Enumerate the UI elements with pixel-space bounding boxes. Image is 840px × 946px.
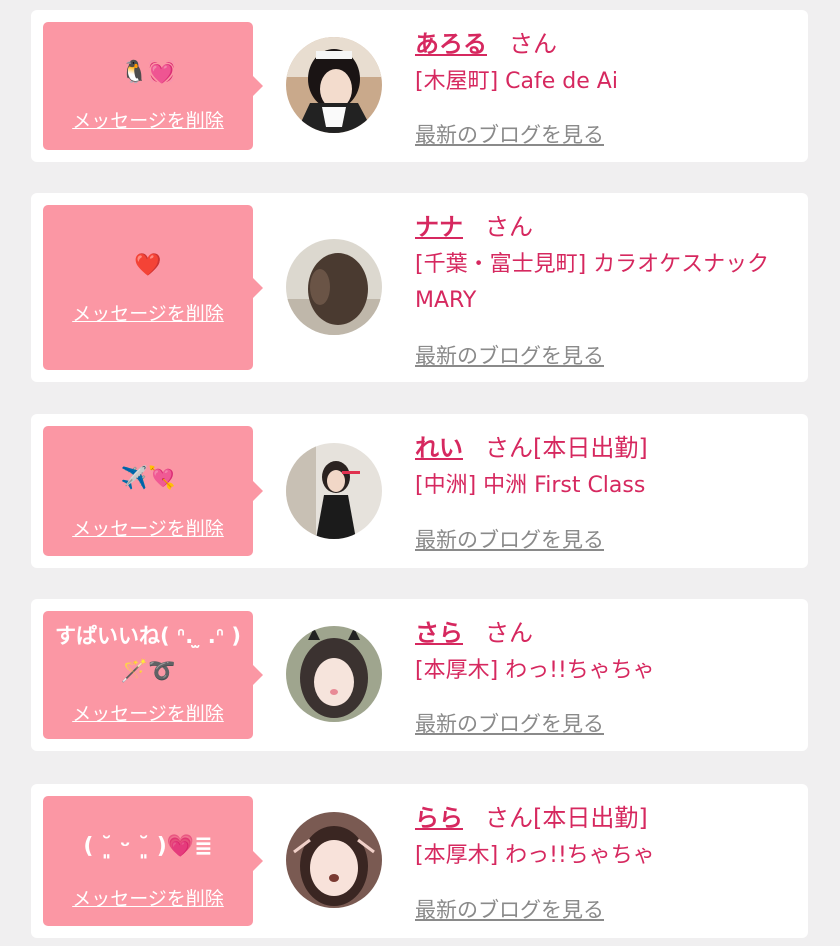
name-line: さら さん bbox=[415, 613, 533, 648]
message-text: 🪄➰ bbox=[120, 659, 176, 684]
shop-name: [本厚木] わっ!!ちゃちゃ bbox=[415, 658, 655, 683]
message-bubble: すぱいいね( ᐢ. ̫ .ᐢ ) 🪄➰ メッセージを削除 bbox=[43, 611, 263, 739]
honorific: さん bbox=[509, 30, 557, 58]
delete-message-link[interactable]: メッセージを削除 bbox=[43, 299, 253, 326]
message-text: 🐧💓 bbox=[120, 60, 176, 85]
latest-blog-link[interactable]: 最新のブログを見る bbox=[415, 524, 604, 554]
avatar[interactable] bbox=[286, 812, 382, 908]
message-bubble: 🐧💓 メッセージを削除 bbox=[43, 22, 263, 150]
honorific: さん bbox=[485, 804, 533, 832]
message-text: ✈️💘 bbox=[120, 466, 176, 491]
honorific: さん bbox=[485, 619, 533, 647]
latest-blog-link[interactable]: 最新のブログを見る bbox=[415, 340, 604, 370]
cast-name-link[interactable]: ナナ bbox=[415, 213, 463, 241]
delete-message-link[interactable]: メッセージを削除 bbox=[43, 699, 253, 726]
latest-blog-link[interactable]: 最新のブログを見る bbox=[415, 708, 604, 738]
delete-message-link[interactable]: メッセージを削除 bbox=[43, 106, 253, 133]
cast-name-link[interactable]: さら bbox=[415, 619, 463, 647]
avatar[interactable] bbox=[286, 239, 382, 335]
message-text: ( ˘͈ ᵕ ˘͈ )💗≣ bbox=[83, 834, 213, 859]
message-card: ✈️💘 メッセージを削除 れい さん[本日出勤] [中洲] 中洲 First Cl… bbox=[31, 414, 808, 568]
message-bubble: ✈️💘 メッセージを削除 bbox=[43, 426, 263, 556]
status-badge: [本日出勤] bbox=[533, 804, 648, 832]
cast-name-link[interactable]: らら bbox=[415, 804, 463, 832]
shop-name: [中洲] 中洲 First Class bbox=[415, 473, 646, 498]
delete-message-link[interactable]: メッセージを削除 bbox=[43, 884, 253, 911]
avatar[interactable] bbox=[286, 626, 382, 722]
cast-name-link[interactable]: れい bbox=[415, 434, 463, 462]
avatar[interactable] bbox=[286, 37, 382, 133]
message-bubble: ( ˘͈ ᵕ ˘͈ )💗≣ メッセージを削除 bbox=[43, 796, 263, 926]
message-text: ❤️ bbox=[134, 253, 162, 278]
shop-name: [千葉・富士見町] カラオケスナック MARY bbox=[415, 252, 770, 313]
message-card: すぱいいね( ᐢ. ̫ .ᐢ ) 🪄➰ メッセージを削除 さら さん [本厚木] … bbox=[31, 599, 808, 751]
name-line: れい さん[本日出勤] bbox=[415, 428, 648, 463]
name-line: ナナ さん bbox=[415, 207, 533, 242]
status-badge: [本日出勤] bbox=[533, 434, 648, 462]
latest-blog-link[interactable]: 最新のブログを見る bbox=[415, 894, 604, 924]
honorific: さん bbox=[485, 213, 533, 241]
message-bubble: ❤️ メッセージを削除 bbox=[43, 205, 263, 370]
name-line: あろる さん bbox=[415, 24, 557, 59]
latest-blog-link[interactable]: 最新のブログを見る bbox=[415, 119, 604, 149]
message-card: 🐧💓 メッセージを削除 あろる さん [木屋町] Cafe de Ai 最新のブロ… bbox=[31, 10, 808, 162]
avatar[interactable] bbox=[286, 443, 382, 539]
delete-message-link[interactable]: メッセージを削除 bbox=[43, 514, 253, 541]
shop-name: [本厚木] わっ!!ちゃちゃ bbox=[415, 843, 655, 868]
cast-name-link[interactable]: あろる bbox=[415, 30, 487, 58]
message-text: すぱいいね( ᐢ. ̫ .ᐢ ) bbox=[55, 624, 241, 648]
shop-name: [木屋町] Cafe de Ai bbox=[415, 69, 618, 94]
honorific: さん bbox=[485, 434, 533, 462]
message-card: ( ˘͈ ᵕ ˘͈ )💗≣ メッセージを削除 らら さん[本日出勤] [本厚木] … bbox=[31, 784, 808, 938]
message-card: ❤️ メッセージを削除 ナナ さん [千葉・富士見町] カラオケスナック MARY… bbox=[31, 193, 808, 382]
name-line: らら さん[本日出勤] bbox=[415, 798, 648, 833]
